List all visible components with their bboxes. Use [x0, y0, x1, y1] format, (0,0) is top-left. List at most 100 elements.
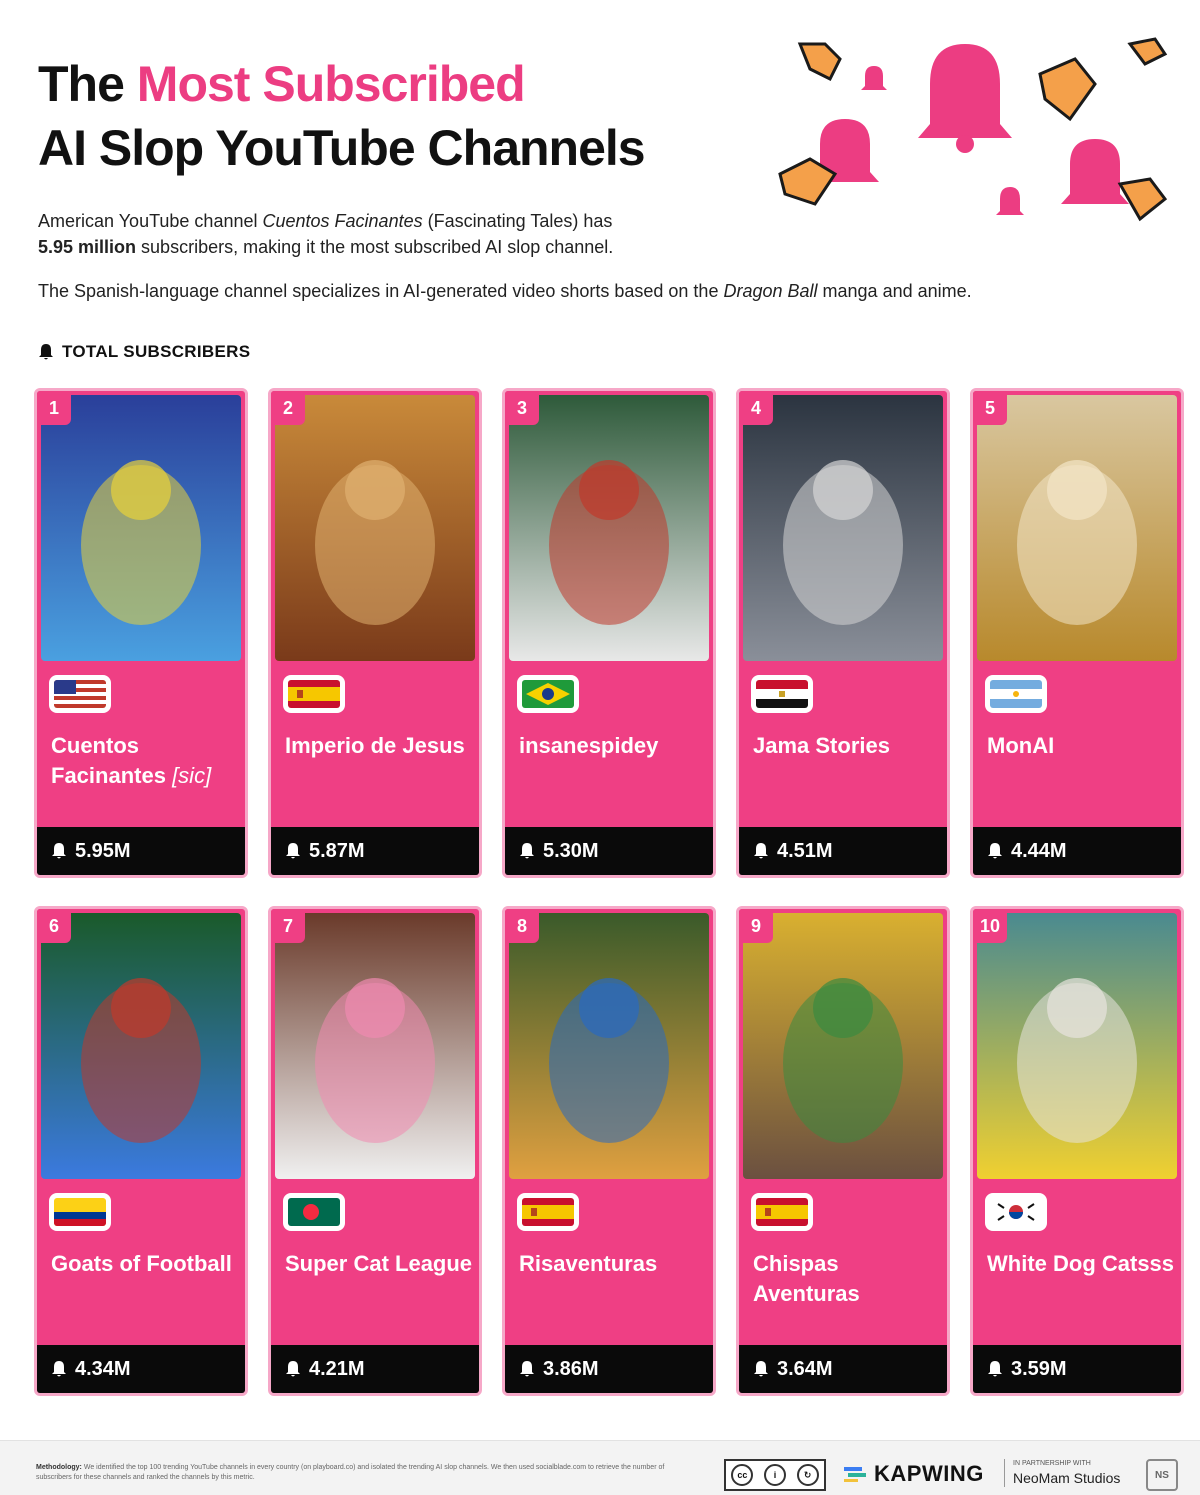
channel-thumbnail	[509, 395, 709, 661]
channel-name: Super Cat League	[285, 1249, 475, 1279]
flag-icon	[288, 680, 340, 708]
neomam-logo: NS	[1146, 1459, 1178, 1491]
channel-card: 1 Cuentos Facinantes [sic] 5.95M	[34, 388, 248, 878]
rank-badge: 8	[505, 909, 539, 943]
rank-badge: 10	[973, 909, 1007, 943]
methodology-label: Methodology:	[36, 1464, 82, 1471]
bell-icon	[988, 1361, 1002, 1377]
channel-name: White Dog Catsss	[987, 1249, 1177, 1279]
intro-bold: 5.95 million	[38, 237, 137, 257]
thumbnail-image	[743, 395, 943, 661]
intro-text: subscribers, making it the most subscrib…	[136, 237, 614, 257]
channel-name-text: Imperio de Jesus	[285, 733, 465, 758]
intro-text: (Fascinating Tales) has	[422, 211, 613, 231]
flag-icon	[522, 680, 574, 708]
by-icon: i	[763, 1464, 786, 1486]
rank-badge: 7	[271, 909, 305, 943]
subscriber-value: 4.21M	[309, 1357, 365, 1380]
rank-badge: 9	[739, 909, 773, 943]
bell-icon	[754, 843, 768, 859]
rank-badge: 5	[973, 391, 1007, 425]
bell-icon	[39, 344, 53, 360]
country-flag-es	[517, 1193, 579, 1231]
channel-name-text: Chispas Aventuras	[753, 1251, 860, 1306]
channel-name: Chispas Aventuras	[753, 1249, 943, 1309]
kapwing-logo: KAPWING	[844, 1461, 984, 1487]
channel-thumbnail	[41, 395, 241, 661]
bell-icon	[754, 1361, 768, 1377]
channel-name: insanespidey	[519, 731, 709, 761]
flag-icon	[756, 1198, 808, 1226]
title-accent: Most Subscribed	[136, 56, 526, 112]
partner-name: NeoMam Studios	[1013, 1470, 1121, 1486]
flag-icon	[756, 680, 808, 708]
intro-text: The Spanish-language channel specializes…	[38, 281, 724, 301]
channel-name: Risaventuras	[519, 1249, 709, 1279]
sa-icon: ↻	[796, 1464, 819, 1486]
subscriber-count: 5.30M	[505, 827, 713, 875]
channel-card: 8 Risaventuras 3.86M	[502, 906, 716, 1396]
subscriber-count: 4.34M	[37, 1345, 245, 1393]
channel-name: Cuentos Facinantes [sic]	[51, 731, 241, 791]
rank-badge: 1	[37, 391, 71, 425]
country-flag-kr	[985, 1193, 1047, 1231]
subscriber-count: 4.21M	[271, 1345, 479, 1393]
bell-icon	[520, 1361, 534, 1377]
channel-name: Imperio de Jesus	[285, 731, 475, 761]
channel-thumbnail	[509, 913, 709, 1179]
thumbnail-image	[41, 913, 241, 1179]
flag-icon	[522, 1198, 574, 1226]
cc-license-badge: cc i ↻	[724, 1459, 826, 1491]
bell-icon	[52, 1361, 66, 1377]
subscriber-value: 5.30M	[543, 839, 599, 862]
partner-block: IN PARTNERSHIP WITH NeoMam Studios	[1004, 1459, 1120, 1487]
legend-label: TOTAL SUBSCRIBERS	[62, 342, 251, 361]
footer: Methodology: We identified the top 100 t…	[0, 1440, 1200, 1495]
thumbnail-image	[977, 395, 1177, 661]
channel-thumbnail	[743, 395, 943, 661]
channel-name-text: Super Cat League	[285, 1251, 473, 1276]
thumbnail-image	[509, 913, 709, 1179]
subscriber-value: 4.34M	[75, 1357, 131, 1380]
channel-card: 7 Super Cat League 4.21M	[268, 906, 482, 1396]
bell-icon	[52, 843, 66, 859]
subscriber-value: 4.51M	[777, 839, 833, 862]
thumbnail-image	[275, 913, 475, 1179]
thumbnail-image	[275, 395, 475, 661]
methodology: Methodology: We identified the top 100 t…	[36, 1463, 696, 1483]
channel-name-text: MonAI	[987, 733, 1055, 758]
kapwing-icon	[844, 1467, 866, 1482]
channel-card: 6 Goats of Football 4.34M	[34, 906, 248, 1396]
subscriber-value: 5.87M	[309, 839, 365, 862]
thumbnail-image	[41, 395, 241, 661]
intro-italic: Dragon Ball	[723, 281, 818, 301]
intro-paragraph-1: American YouTube channel Cuentos Facinan…	[38, 208, 768, 260]
channel-card: 10 White Dog Catsss 3.59M	[970, 906, 1184, 1396]
country-flag-bd	[283, 1193, 345, 1231]
sic-note: [sic]	[172, 763, 212, 788]
channel-thumbnail	[977, 913, 1177, 1179]
channel-thumbnail	[743, 913, 943, 1179]
channel-name: MonAI	[987, 731, 1177, 761]
intro-text: American YouTube channel	[38, 211, 263, 231]
thumbnail-image	[743, 913, 943, 1179]
partner-label: IN PARTNERSHIP WITH	[1013, 1460, 1091, 1467]
rank-badge: 4	[739, 391, 773, 425]
channel-name: Goats of Football	[51, 1249, 241, 1279]
country-flag-co	[49, 1193, 111, 1231]
subscriber-count: 5.95M	[37, 827, 245, 875]
country-flag-es	[751, 1193, 813, 1231]
channel-name-text: Jama Stories	[753, 733, 890, 758]
title-line2: AI Slop YouTube Channels	[38, 120, 646, 176]
cc-icon: cc	[731, 1464, 754, 1486]
thumbnail-image	[977, 913, 1177, 1179]
channel-thumbnail	[275, 395, 475, 661]
channel-card: 4 Jama Stories 4.51M	[736, 388, 950, 878]
subscriber-value: 3.59M	[1011, 1357, 1067, 1380]
intro-text: manga and anime.	[817, 281, 972, 301]
methodology-text: We identified the top 100 trending YouTu…	[36, 1464, 665, 1481]
flag-icon	[990, 1198, 1042, 1226]
intro-paragraph-2: The Spanish-language channel specializes…	[38, 278, 1178, 304]
channel-grid: 1 Cuentos Facinantes [sic] 5.95M 2 Imperio d…	[34, 388, 1184, 1400]
rank-badge: 3	[505, 391, 539, 425]
